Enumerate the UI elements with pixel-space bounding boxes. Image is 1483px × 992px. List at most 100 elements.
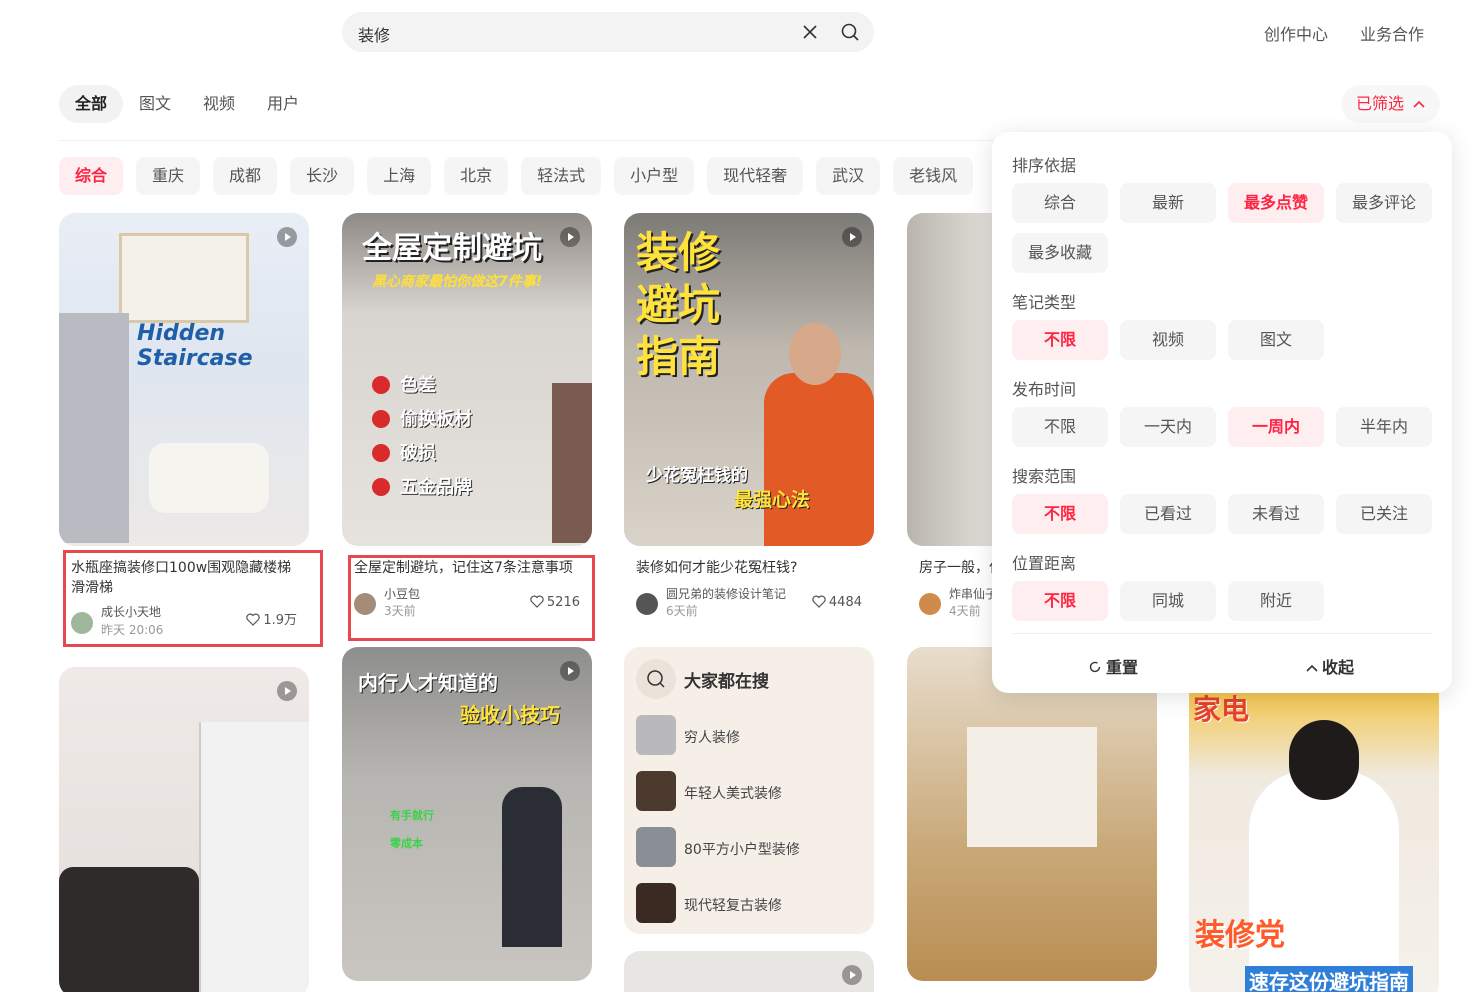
filter-toggle-button[interactable]: 已筛选 <box>1341 85 1440 123</box>
chevron-up-icon <box>1413 100 1425 108</box>
tab-image-text[interactable]: 图文 <box>123 85 187 123</box>
note-cover-image[interactable]: 装修避坑指南 少花冤枉钱的 最强心法 <box>624 213 874 546</box>
cover-mark: 有手就行 <box>390 809 434 822</box>
avatar[interactable] <box>919 593 941 615</box>
chip[interactable]: 综合 <box>59 157 124 195</box>
author-name[interactable]: 炸串仙子 <box>949 586 997 602</box>
video-play-icon <box>842 965 862 985</box>
trending-thumb <box>636 883 676 923</box>
filter-section-label: 发布时间 <box>1012 380 1077 399</box>
search-input[interactable]: 装修 <box>358 22 390 46</box>
filter-option[interactable]: 最多评论 <box>1336 183 1432 223</box>
note-card[interactable] <box>907 647 1157 981</box>
heart-icon <box>812 595 826 608</box>
note-card[interactable]: 家电 装修党 速存这份避坑指南 <box>1189 680 1439 992</box>
chip[interactable]: 武汉 <box>816 157 881 195</box>
filter-button-label: 已筛选 <box>1355 94 1404 113</box>
cover-overlay-title: 全屋定制避坑 <box>362 231 542 266</box>
reset-button[interactable]: 重置 <box>1088 654 1138 678</box>
chip[interactable]: 北京 <box>444 157 509 195</box>
author-name[interactable]: 圆兄弟的装修设计笔记 <box>666 586 786 602</box>
trending-searches-card: 大家都在搜 穷人装修 年轻人美式装修 80平方小户型装修 现代轻复古装修 <box>624 647 874 934</box>
tab-all[interactable]: 全部 <box>59 85 124 123</box>
creator-center-link[interactable]: 创作中心 <box>1264 21 1328 45</box>
chip[interactable]: 成都 <box>213 157 278 195</box>
sofa <box>59 867 199 992</box>
like-count-value: 4484 <box>828 595 862 610</box>
avatar[interactable] <box>636 593 658 615</box>
filter-option[interactable]: 附近 <box>1228 581 1324 621</box>
filter-option[interactable]: 一天内 <box>1120 407 1216 447</box>
note-cover-image[interactable]: 全屋定制避坑 黑心商家最怕你做这7件事! 色差 偷换板材 破损 五金品牌 <box>342 213 592 546</box>
search-icon <box>636 659 676 699</box>
cover-overlay-title: 装修避坑指南 <box>636 228 721 381</box>
panel-sample <box>552 383 592 543</box>
filter-option-selected[interactable]: 不限 <box>1012 494 1108 534</box>
note-card[interactable] <box>59 667 309 992</box>
chip[interactable]: 长沙 <box>290 157 355 195</box>
filter-option[interactable]: 已看过 <box>1120 494 1216 534</box>
cover-list-item: 色差 <box>400 375 436 396</box>
filter-option[interactable]: 视频 <box>1120 320 1216 360</box>
note-card[interactable]: 内行人才知道的 验收小技巧 有手就行 零成本 <box>342 647 592 981</box>
note-card[interactable] <box>624 951 874 992</box>
chip[interactable]: 现代轻奢 <box>707 157 804 195</box>
cover-overlay-title: 内行人才知道的 <box>358 671 498 695</box>
note-cover-image[interactable] <box>907 647 1157 981</box>
note-cover-image[interactable]: 内行人才知道的 验收小技巧 有手就行 零成本 <box>342 647 592 981</box>
sofa <box>149 443 269 513</box>
filter-section-label: 笔记类型 <box>1012 293 1077 312</box>
note-cover-image[interactable] <box>624 951 874 992</box>
person-face <box>789 323 841 385</box>
filter-option[interactable]: 最新 <box>1120 183 1216 223</box>
filter-option[interactable]: 同城 <box>1120 581 1216 621</box>
clear-icon[interactable] <box>800 22 820 42</box>
collapse-label: 收起 <box>1322 658 1355 677</box>
filter-option-selected[interactable]: 一周内 <box>1228 407 1324 447</box>
filter-option-selected[interactable]: 最多点赞 <box>1228 183 1324 223</box>
trending-item[interactable]: 穷人装修 <box>636 715 862 755</box>
chip[interactable]: 重庆 <box>136 157 201 195</box>
filter-option[interactable]: 综合 <box>1012 183 1108 223</box>
note-cover-image[interactable]: Hidden Staircase <box>59 213 309 546</box>
filter-option[interactable]: 图文 <box>1228 320 1324 360</box>
note-cover-image[interactable]: 家电 装修党 速存这份避坑指南 <box>1189 680 1439 992</box>
note-cover-image[interactable] <box>59 667 309 992</box>
trending-item[interactable]: 80平方小户型装修 <box>636 827 862 867</box>
tab-video[interactable]: 视频 <box>187 85 251 123</box>
video-play-icon <box>842 227 862 247</box>
video-play-icon <box>560 661 580 681</box>
collapse-button[interactable]: 收起 <box>1306 654 1354 678</box>
like-count[interactable]: 4484 <box>812 595 862 611</box>
business-link[interactable]: 业务合作 <box>1360 21 1424 45</box>
person-jacket <box>764 373 874 546</box>
window <box>119 233 249 323</box>
filter-option[interactable]: 半年内 <box>1336 407 1432 447</box>
filter-option[interactable]: 未看过 <box>1228 494 1324 534</box>
chip[interactable]: 轻法式 <box>521 157 602 195</box>
cover-overlay-subtitle: 少花冤枉钱的 <box>646 466 748 486</box>
cross-icon <box>372 376 390 394</box>
chip[interactable]: 小户型 <box>614 157 695 195</box>
trending-label: 现代轻复古装修 <box>684 898 782 914</box>
divider <box>1012 633 1432 634</box>
cover-overlay-subtitle: 速存这份避坑指南 <box>1245 966 1413 992</box>
search-bar[interactable]: 装修 <box>342 12 874 52</box>
filter-option[interactable]: 不限 <box>1012 407 1108 447</box>
note-card[interactable]: 装修避坑指南 少花冤枉钱的 最强心法 装修如何才能少花冤枉钱? 圆兄弟的装修设计… <box>624 213 874 623</box>
filter-option-selected[interactable]: 不限 <box>1012 581 1108 621</box>
trending-item[interactable]: 现代轻复古装修 <box>636 883 862 923</box>
filter-option[interactable]: 最多收藏 <box>1012 233 1108 273</box>
trending-thumb <box>636 771 676 811</box>
chip[interactable]: 老钱风 <box>893 157 974 195</box>
filter-option[interactable]: 已关注 <box>1336 494 1432 534</box>
filter-option-selected[interactable]: 不限 <box>1012 320 1108 360</box>
refresh-icon <box>1089 661 1101 673</box>
note-title[interactable]: 装修如何才能少花冤枉钱? <box>636 558 868 578</box>
tab-users[interactable]: 用户 <box>251 85 315 123</box>
chip[interactable]: 上海 <box>367 157 432 195</box>
video-play-icon <box>277 681 297 701</box>
video-play-icon <box>277 227 297 247</box>
search-icon[interactable] <box>840 22 860 42</box>
trending-item[interactable]: 年轻人美式装修 <box>636 771 862 811</box>
